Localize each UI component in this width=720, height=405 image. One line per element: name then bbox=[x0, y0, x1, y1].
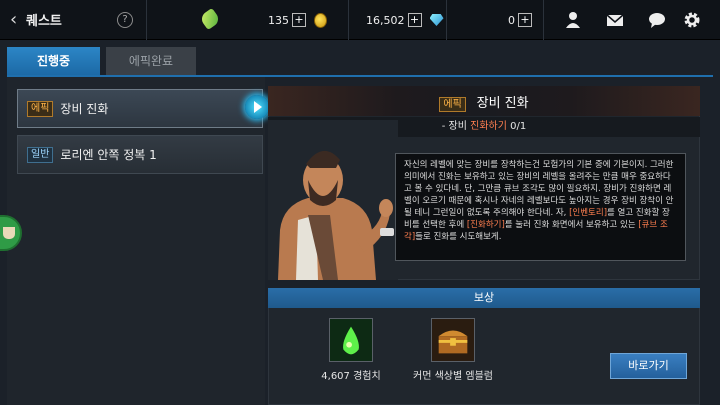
divider bbox=[348, 0, 349, 40]
help-icon[interactable]: ? bbox=[117, 12, 133, 28]
add-stamina-button[interactable]: + bbox=[292, 13, 306, 27]
gold-coin-icon bbox=[314, 12, 327, 28]
reward-header: 보상 bbox=[268, 288, 700, 308]
dialog-highlight-inventory: [인벤토리] bbox=[569, 208, 608, 218]
page-title: 퀘스트 bbox=[26, 14, 62, 29]
friends-icon[interactable] bbox=[564, 11, 582, 29]
quest-list: 에픽 장비 진화 일반 로리엔 안쪽 정복 1 bbox=[7, 77, 265, 405]
quest-item-lorien-conquest[interactable]: 일반 로리엔 안쪽 정복 1 bbox=[17, 135, 263, 174]
epic-tag: 에픽 bbox=[27, 100, 54, 117]
chevron-left-icon: ‹ bbox=[10, 8, 18, 30]
treasure-chest-icon bbox=[432, 319, 474, 361]
mail-icon[interactable] bbox=[606, 11, 624, 29]
settings-gear-icon[interactable] bbox=[683, 11, 701, 29]
go-now-button[interactable]: 바로가기 bbox=[610, 353, 687, 379]
play-arrow-icon[interactable] bbox=[245, 95, 269, 119]
dialog-highlight-evolve: [진화하기] bbox=[466, 220, 505, 230]
reward-label-exp: 4,607 경험치 bbox=[321, 371, 381, 382]
divider bbox=[146, 0, 147, 40]
npc-dialog-box: 자신의 레벨에 맞는 장비를 장착하는건 모험가의 기본 중에 기본이지. 그러… bbox=[395, 153, 686, 261]
top-bar: ‹ 퀘스트 ? 135 + 16,502 + 0 + bbox=[0, 0, 720, 40]
gold-counter: 16,502 + bbox=[366, 0, 444, 40]
divider bbox=[446, 0, 447, 40]
quest-detail-title: 에픽 장비 진화 bbox=[268, 92, 700, 112]
npc-character-portrait bbox=[268, 120, 398, 280]
quest-item-equipment-evolution[interactable]: 에픽 장비 진화 bbox=[17, 89, 263, 128]
objective-progress: 0/1 bbox=[510, 121, 527, 132]
tab-epic-complete[interactable]: 에픽완료 bbox=[106, 47, 196, 75]
objective-highlight: 진화하기 bbox=[470, 121, 507, 132]
add-gem-button[interactable]: + bbox=[518, 13, 532, 27]
quest-detail-name: 장비 진화 bbox=[476, 96, 529, 111]
reward-item-exp[interactable] bbox=[329, 318, 373, 362]
divider bbox=[543, 0, 544, 40]
chat-icon[interactable] bbox=[648, 11, 666, 29]
objective-prefix: - 장비 bbox=[441, 121, 471, 132]
quest-name: 장비 진화 bbox=[60, 102, 109, 116]
gem-icon bbox=[429, 14, 444, 26]
dialog-text: 들로 진화를 시도해보게. bbox=[415, 232, 502, 242]
tab-in-progress[interactable]: 진행중 bbox=[7, 47, 100, 75]
gem-counter: 0 + bbox=[508, 0, 532, 40]
quest-name: 로리엔 안쪽 정복 1 bbox=[60, 148, 157, 162]
stamina-potion-icon bbox=[198, 7, 222, 31]
epic-tag: 에픽 bbox=[439, 97, 466, 112]
reward-item-emblem-box[interactable] bbox=[431, 318, 475, 362]
stamina-counter: 135 + bbox=[268, 0, 327, 40]
gem-value: 0 bbox=[508, 13, 515, 27]
exp-potion-icon bbox=[330, 319, 372, 361]
add-gold-button[interactable]: + bbox=[407, 13, 422, 27]
gold-value: 16,502 bbox=[366, 13, 405, 27]
reward-label-emblem: 커먼 색상별 엠블럼 bbox=[413, 371, 493, 382]
dialog-text: 를 눌러 진화 화면에서 보유하고 있는 bbox=[504, 220, 639, 230]
normal-tag: 일반 bbox=[27, 146, 54, 163]
stamina-value: 135 bbox=[268, 13, 289, 27]
